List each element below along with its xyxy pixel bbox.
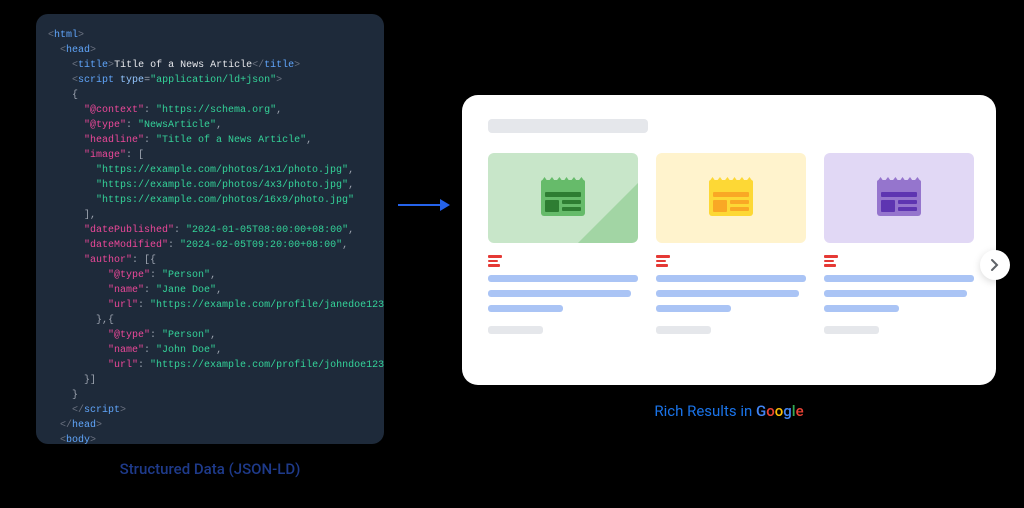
google-logo: Google [756, 402, 804, 420]
news-icon [877, 180, 921, 216]
favicon-icon [656, 255, 670, 267]
meta-placeholder [488, 326, 543, 334]
text-placeholder [488, 275, 638, 282]
card-thumbnail [488, 153, 638, 243]
text-placeholder [824, 275, 974, 282]
right-caption: Rich Results in Google [462, 402, 996, 420]
text-placeholder [656, 275, 806, 282]
left-caption: Structured Data (JSON-LD) [36, 460, 384, 478]
news-icon [541, 180, 585, 216]
text-placeholder [824, 290, 967, 297]
next-button[interactable] [980, 250, 1010, 280]
rich-results-panel [462, 95, 996, 385]
text-placeholder [656, 290, 799, 297]
chevron-right-icon [990, 258, 1000, 272]
text-placeholder [656, 305, 731, 312]
code-panel: <html> <head> <title>Title of a News Art… [36, 14, 384, 444]
text-placeholder [488, 290, 631, 297]
text-placeholder [488, 305, 563, 312]
meta-placeholder [656, 326, 711, 334]
meta-placeholder [824, 326, 879, 334]
result-cards [488, 153, 970, 334]
favicon-icon [488, 255, 502, 267]
title-placeholder [488, 119, 648, 133]
result-card [824, 153, 974, 334]
text-placeholder [824, 305, 899, 312]
card-thumbnail [824, 153, 974, 243]
arrow-icon [398, 195, 450, 219]
news-icon [709, 180, 753, 216]
result-card [656, 153, 806, 334]
card-thumbnail [656, 153, 806, 243]
favicon-icon [824, 255, 838, 267]
result-card [488, 153, 638, 334]
